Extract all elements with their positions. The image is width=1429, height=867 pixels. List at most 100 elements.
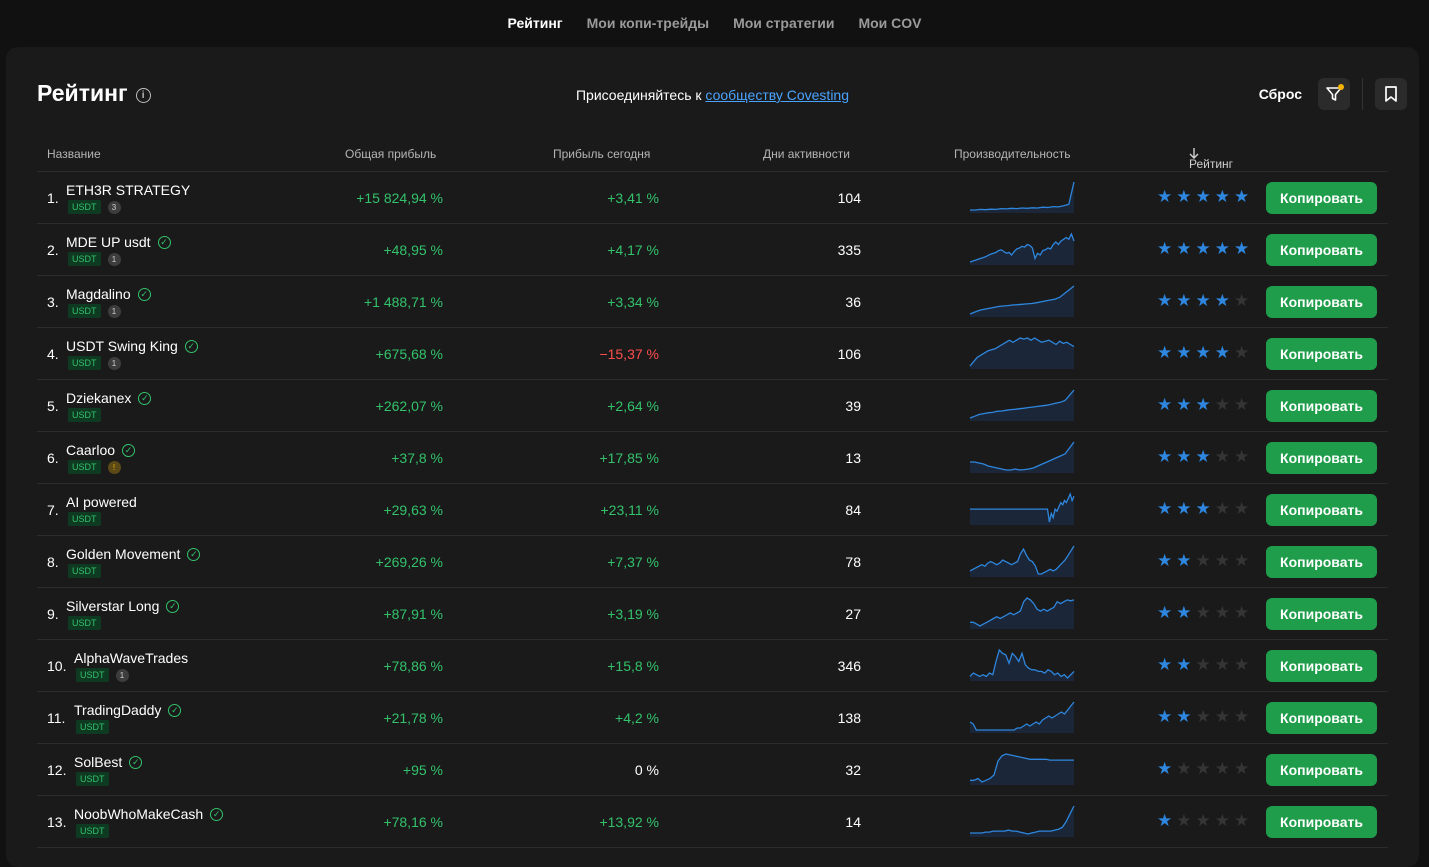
star-empty-icon: ★: [1234, 395, 1250, 414]
col-name[interactable]: Название: [47, 147, 101, 161]
tab-my-copy-trades[interactable]: Мои копи-трейды: [587, 15, 709, 31]
copy-button[interactable]: Копировать: [1266, 546, 1377, 578]
strategy-name-wrap[interactable]: Caarloo ✓: [66, 442, 136, 458]
star-empty-icon: ★: [1234, 343, 1250, 362]
strategy-tags: USDT 1: [68, 304, 121, 318]
copy-button[interactable]: Копировать: [1266, 234, 1377, 266]
star-filled-icon: ★: [1195, 343, 1211, 362]
rank: 10.: [47, 658, 67, 674]
table-row[interactable]: 1. ETH3R STRATEGY USDT 3 +15 824,94 % +3,…: [37, 172, 1388, 224]
star-empty-icon: ★: [1214, 499, 1230, 518]
tab-my-cov[interactable]: Мои COV: [858, 15, 921, 31]
table-row[interactable]: 9. Silverstar Long ✓ USDT +87,91 % +3,19 …: [37, 588, 1388, 640]
table-row[interactable]: 2. MDE UP usdt ✓ USDT 1 +48,95 % +4,17 % 3…: [37, 224, 1388, 276]
table-row[interactable]: 7. AI powered USDT +29,63 % +23,11 % 84 ★ ★ ★…: [37, 484, 1388, 536]
strategy-name[interactable]: ETH3R STRATEGY: [66, 182, 190, 198]
strategy-name[interactable]: AlphaWaveTrades: [74, 650, 188, 666]
col-rating[interactable]: Рейтинг: [1189, 147, 1233, 171]
strategy-name-wrap[interactable]: ETH3R STRATEGY: [66, 182, 190, 198]
strategy-name[interactable]: MDE UP usdt: [66, 234, 151, 250]
strategy-tags: USDT 3: [68, 200, 121, 214]
strategy-name-wrap[interactable]: AlphaWaveTrades: [74, 650, 188, 666]
strategy-name[interactable]: Caarloo: [66, 442, 115, 458]
star-empty-icon: ★: [1176, 759, 1192, 778]
star-empty-icon: ★: [1234, 707, 1250, 726]
bookmark-button[interactable]: [1375, 78, 1407, 110]
strategy-name-wrap[interactable]: SolBest ✓: [74, 754, 143, 770]
strategy-name-wrap[interactable]: Dziekanex ✓: [66, 390, 152, 406]
strategy-name[interactable]: USDT Swing King: [66, 338, 178, 354]
table-row[interactable]: 5. Dziekanex ✓ USDT +262,07 % +2,64 % 39 ★ ★…: [37, 380, 1388, 432]
strategy-name[interactable]: TradingDaddy: [74, 702, 161, 718]
filter-button[interactable]: [1318, 78, 1350, 110]
star-empty-icon: ★: [1195, 603, 1211, 622]
copy-button[interactable]: Копировать: [1266, 598, 1377, 630]
panel-header: Рейтинг i Присоединяйтесь к сообществу C…: [6, 47, 1419, 142]
copy-button[interactable]: Копировать: [1266, 494, 1377, 526]
copy-button[interactable]: Копировать: [1266, 754, 1377, 786]
strategy-name[interactable]: SolBest: [74, 754, 122, 770]
strategy-name[interactable]: Dziekanex: [66, 390, 131, 406]
today-profit: −15,37 %: [599, 346, 659, 362]
star-filled-icon: ★: [1195, 291, 1211, 310]
community-link[interactable]: сообществу Covesting: [705, 87, 849, 103]
strategy-tags: USDT: [76, 772, 109, 786]
verified-check-icon: ✓: [138, 391, 152, 405]
star-filled-icon: ★: [1157, 655, 1173, 674]
table-row[interactable]: 12. SolBest ✓ USDT +95 % 0 % 32 ★ ★ ★ ★ ★ Копиро…: [37, 744, 1388, 796]
strategy-name-wrap[interactable]: TradingDaddy ✓: [74, 702, 182, 718]
rank: 2.: [47, 242, 59, 258]
col-total-profit[interactable]: Общая прибыль: [345, 147, 436, 161]
reset-button[interactable]: Сброс: [1259, 86, 1302, 102]
table-row[interactable]: 6. Caarloo ✓ USDT ! +37,8 % +17,85 % 13 ★ ★ ★…: [37, 432, 1388, 484]
copy-button[interactable]: Копировать: [1266, 182, 1377, 214]
strategy-name-wrap[interactable]: Golden Movement ✓: [66, 546, 201, 562]
today-profit: +3,19 %: [607, 606, 659, 622]
star-empty-icon: ★: [1195, 811, 1211, 830]
total-profit: +675,68 %: [375, 346, 443, 362]
copy-button[interactable]: Копировать: [1266, 442, 1377, 474]
table-row[interactable]: 10. AlphaWaveTrades USDT 1 +78,86 % +15,8…: [37, 640, 1388, 692]
star-empty-icon: ★: [1234, 603, 1250, 622]
table-row[interactable]: 3. Magdalino ✓ USDT 1 +1 488,71 % +3,34 %…: [37, 276, 1388, 328]
table-row[interactable]: 11. TradingDaddy ✓ USDT +21,78 % +4,2 % 13…: [37, 692, 1388, 744]
copy-button[interactable]: Копировать: [1266, 650, 1377, 682]
rating-stars: ★ ★ ★ ★ ★: [1157, 500, 1249, 517]
strategy-name-wrap[interactable]: USDT Swing King ✓: [66, 338, 198, 354]
table-row[interactable]: 13. NoobWhoMakeCash ✓ USDT +78,16 % +13,9…: [37, 796, 1388, 848]
copy-button[interactable]: Копировать: [1266, 702, 1377, 734]
copy-button[interactable]: Копировать: [1266, 286, 1377, 318]
strategy-name[interactable]: Silverstar Long: [66, 598, 159, 614]
strategy-name[interactable]: Golden Movement: [66, 546, 180, 562]
col-performance[interactable]: Производительность: [954, 147, 1070, 161]
strategy-name[interactable]: Magdalino: [66, 286, 131, 302]
performance-sparkline: [970, 597, 1075, 629]
strategy-name-wrap[interactable]: Silverstar Long ✓: [66, 598, 180, 614]
active-days: 13: [845, 450, 861, 466]
table-row[interactable]: 8. Golden Movement ✓ USDT +269,26 % +7,37…: [37, 536, 1388, 588]
performance-sparkline: [970, 753, 1074, 785]
copy-button[interactable]: Копировать: [1266, 806, 1377, 838]
star-filled-icon: ★: [1157, 239, 1173, 258]
copy-button[interactable]: Копировать: [1266, 390, 1377, 422]
col-active-days[interactable]: Дни активности: [763, 147, 850, 161]
tab-rating[interactable]: Рейтинг: [507, 15, 562, 31]
rank: 9.: [47, 606, 59, 622]
sparkline-area: [970, 234, 1074, 265]
strategy-name-wrap[interactable]: NoobWhoMakeCash ✓: [74, 806, 224, 822]
rank: 7.: [47, 502, 59, 518]
copy-button[interactable]: Копировать: [1266, 338, 1377, 370]
tab-my-strategies[interactable]: Мои стратегии: [733, 15, 834, 31]
star-empty-icon: ★: [1234, 551, 1250, 570]
strategy-name-wrap[interactable]: MDE UP usdt ✓: [66, 234, 171, 250]
strategy-tags: USDT: [76, 824, 109, 838]
table-row[interactable]: 4. USDT Swing King ✓ USDT 1 +675,68 % −15…: [37, 328, 1388, 380]
currency-tag: USDT: [76, 824, 109, 838]
strategy-name-wrap[interactable]: Magdalino ✓: [66, 286, 151, 302]
strategy-name-wrap[interactable]: AI powered: [66, 494, 137, 510]
strategy-name[interactable]: AI powered: [66, 494, 137, 510]
performance-sparkline: [969, 701, 1075, 733]
strategy-name[interactable]: NoobWhoMakeCash: [74, 806, 203, 822]
col-today-profit[interactable]: Прибыль сегодня: [553, 147, 650, 161]
total-profit: +29,63 %: [383, 502, 443, 518]
